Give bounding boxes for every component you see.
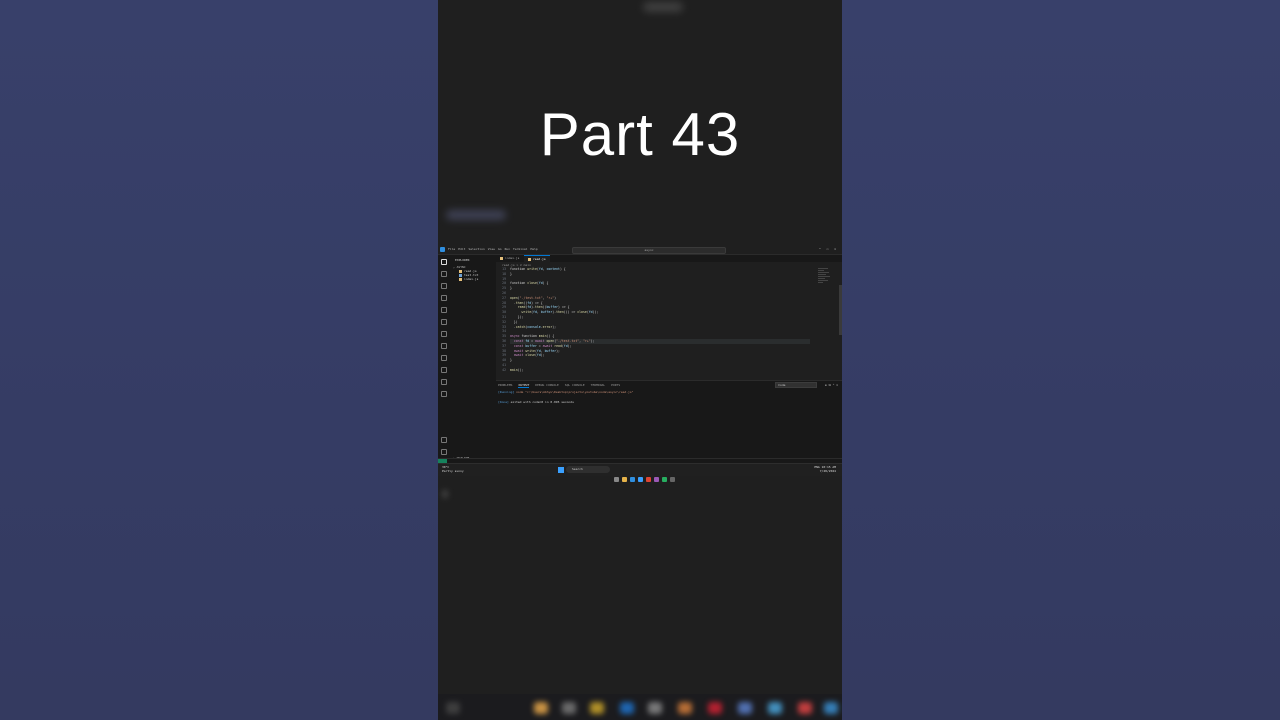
window-controls[interactable]: ─ ☐ ✕ (819, 247, 838, 251)
panel-tab-problems[interactable]: PROBLEMS (498, 383, 512, 387)
js-file-icon (500, 256, 503, 260)
running-tag: [Running] (498, 390, 515, 394)
tab-read-js[interactable]: read.js (524, 255, 550, 262)
panel-controls: Code ≡ ⧉ ⌃ ✕ (775, 382, 838, 388)
menu-item[interactable]: Help (530, 247, 537, 251)
output-line-running: [Running] node "c:\Users\Abhyu\Desktop\p… (498, 390, 633, 394)
weather-desc: Partly sunny (442, 468, 464, 473)
blurred-top-element (643, 2, 683, 12)
command-center-search[interactable]: async (572, 247, 726, 254)
editor-scrollbar[interactable] (839, 285, 842, 335)
menu-item[interactable]: File (448, 247, 455, 251)
app-icon[interactable] (654, 477, 659, 482)
git-graph-icon[interactable] (441, 367, 447, 373)
part-title: Part 43 (539, 101, 741, 168)
activity-bar (438, 255, 450, 466)
title-bar: File Edit Selection View Go Run Terminal Help a… (438, 246, 842, 255)
explorer-file[interactable]: index.js (459, 277, 478, 281)
docker-icon[interactable] (441, 355, 447, 361)
js-file-icon (528, 257, 531, 261)
source-control-icon[interactable] (441, 283, 447, 289)
terminal-icon[interactable] (441, 391, 447, 397)
menu-item[interactable]: Go (498, 247, 502, 251)
code-line: main(); (510, 367, 524, 372)
weather-widget[interactable]: 30°C Partly sunny (442, 465, 464, 473)
tab-label: read.js (533, 257, 546, 261)
tab-label: index.js (505, 256, 520, 260)
chrome-icon[interactable] (646, 477, 651, 482)
windows-taskbar: 30°C Partly sunny Search ENG 10:15 AM 7/… (438, 463, 842, 482)
clock-date: 7/28/2024 (819, 468, 836, 473)
vscode-taskbar-icon[interactable] (630, 477, 635, 482)
account-icon[interactable] (441, 437, 447, 443)
files-icon[interactable] (441, 259, 447, 265)
task-view-icon[interactable] (614, 477, 619, 482)
menu-item[interactable]: View (488, 247, 495, 251)
js-file-icon (459, 277, 462, 281)
code-line: } (510, 358, 512, 363)
menu-item[interactable]: Edit (458, 247, 465, 251)
output-line-done: [Done] exited with code=0 in 0.095 secon… (498, 400, 574, 404)
tab-index-js[interactable]: index.js (496, 255, 523, 262)
panel-tab-sql-console[interactable]: SQL CONSOLE (565, 383, 585, 387)
blurred-label (446, 210, 506, 220)
taskbar-apps (614, 467, 678, 486)
system-tray[interactable]: ENG 10:15 AM 7/28/2024 (814, 465, 836, 473)
explorer-header: EXPLORER (455, 258, 470, 262)
minimap[interactable] (818, 267, 830, 297)
vscode-window: File Edit Selection View Go Run Terminal Help a… (438, 246, 842, 482)
panel-action-icons[interactable]: ≡ ⧉ ⌃ ✕ (825, 383, 838, 387)
windows-start-icon[interactable] (558, 467, 564, 473)
code-line: function write(fd, content) { (510, 267, 566, 271)
code-line: await close(fd); (513, 353, 545, 358)
taskbar-search[interactable]: Search (566, 466, 610, 473)
testing-icon[interactable] (441, 331, 447, 337)
search-icon[interactable] (441, 271, 447, 277)
menu-item[interactable]: Run (505, 247, 510, 251)
code-line: function close(fd) { (510, 281, 549, 286)
menu-item[interactable]: Terminal (513, 247, 527, 251)
blurred-taskbar (438, 694, 842, 720)
done-message: exited with code=0 in 0.095 seconds (510, 400, 574, 404)
running-command: node "c:\Users\Abhyu\Desktop\projects\yo… (516, 390, 634, 394)
code-line: .catch(console.error); (510, 324, 557, 329)
background-left (0, 0, 438, 720)
language-indicator: ENG (814, 465, 820, 469)
code-line: } (510, 271, 512, 276)
remote-explorer-icon[interactable] (441, 319, 447, 325)
video-frame: Part 43 File Edit Selection View Go Run Termin… (438, 0, 842, 720)
panel-tab-ports[interactable]: PORTS (611, 383, 620, 387)
panel-tab-output[interactable]: OUTPUT (518, 383, 530, 388)
panel-tabs: PROBLEMS OUTPUT DEBUG CONSOLE SQL CONSOLE TE… (498, 383, 626, 388)
line-number: 42 (502, 367, 506, 372)
menu-item[interactable]: Selection (468, 247, 484, 251)
database-icon[interactable] (441, 343, 447, 349)
explorer-sidebar: EXPLORER ⌄ ASYNC read.js test.txt index.… (450, 255, 497, 466)
extensions-icon[interactable] (441, 307, 447, 313)
edge-icon[interactable] (638, 477, 643, 482)
panel-tab-debug-console[interactable]: DEBUG CONSOLE (535, 383, 558, 387)
app-icon[interactable] (662, 477, 667, 482)
copilot-icon[interactable] (441, 379, 447, 385)
editor-area: index.js read.js read.js > ⊘ main 13 func… (496, 255, 842, 380)
editor-tabs: index.js read.js (496, 255, 842, 262)
run-debug-icon[interactable] (441, 295, 447, 301)
file-label: index.js (464, 277, 479, 281)
app-icon[interactable] (670, 477, 675, 482)
background-right (842, 0, 1280, 720)
done-tag: [Done] (498, 400, 509, 404)
vscode-logo-icon (440, 247, 445, 252)
bottom-panel: PROBLEMS OUTPUT DEBUG CONSOLE SQL CONSOLE TE… (496, 380, 842, 467)
settings-gear-icon[interactable] (441, 449, 447, 455)
code-line: } (510, 286, 512, 291)
file-explorer-icon[interactable] (622, 477, 627, 482)
panel-tab-terminal[interactable]: TERMINAL (591, 383, 605, 387)
menu-bar: File Edit Selection View Go Run Terminal Help (448, 247, 541, 251)
blurred-element (442, 490, 448, 498)
output-channel-select[interactable]: Code (775, 382, 818, 388)
